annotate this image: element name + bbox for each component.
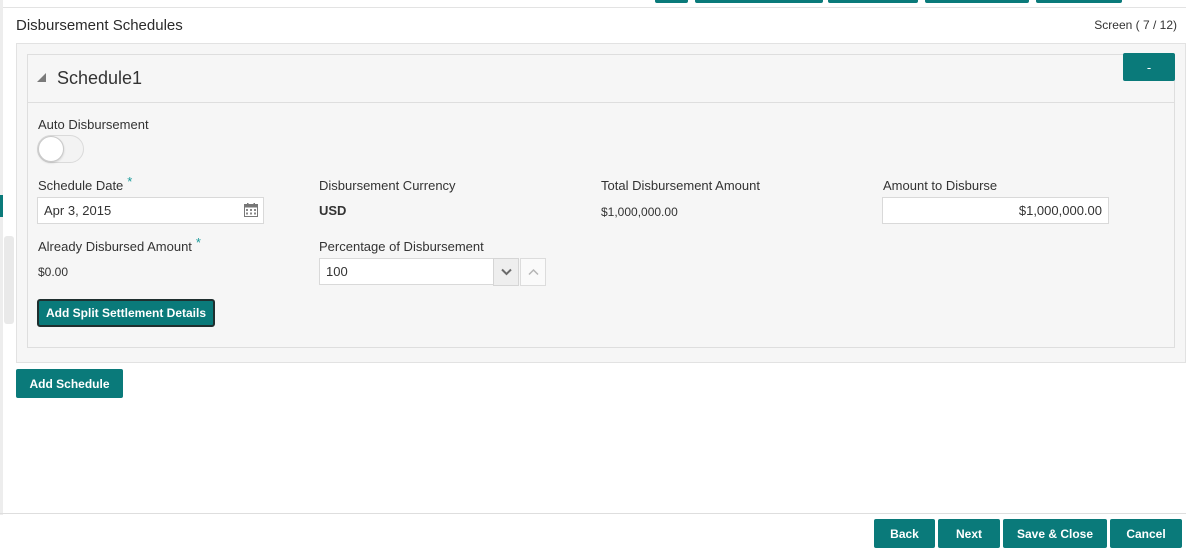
schedule-date-label-text: Schedule Date: [38, 178, 124, 193]
collapse-triangle-icon[interactable]: [37, 73, 46, 82]
save-close-button[interactable]: Save & Close: [1003, 519, 1107, 548]
top-tab-3[interactable]: [828, 0, 918, 3]
disbursement-currency-value: USD: [319, 203, 347, 218]
top-tab-2[interactable]: [695, 0, 823, 3]
page-title: Disbursement Schedules: [16, 17, 183, 34]
footer-divider: [0, 513, 1186, 514]
percentage-increment-button[interactable]: [520, 258, 546, 286]
left-rail: [0, 0, 3, 515]
required-asterisk: *: [127, 174, 133, 189]
schedule-date-input[interactable]: [37, 197, 264, 224]
panel-resize-handle[interactable]: [4, 236, 14, 324]
chevron-down-icon: [501, 268, 512, 276]
back-button[interactable]: Back: [874, 519, 935, 548]
next-button[interactable]: Next: [938, 519, 1000, 548]
already-disbursed-amount-label: Already Disbursed Amount *: [38, 235, 201, 254]
auto-disbursement-toggle[interactable]: [37, 135, 84, 163]
schedule-card-divider: [27, 102, 1175, 103]
add-split-settlement-details-button[interactable]: Add Split Settlement Details: [37, 299, 215, 327]
amount-to-disburse-label: Amount to Disburse: [883, 178, 998, 193]
percentage-decrement-button[interactable]: [493, 258, 519, 286]
auto-disbursement-label: Auto Disbursement: [38, 117, 149, 132]
percentage-of-disbursement-input[interactable]: [319, 258, 494, 285]
remove-schedule-button[interactable]: -: [1123, 53, 1175, 81]
top-tab-4[interactable]: [925, 0, 1029, 3]
add-schedule-button[interactable]: Add Schedule: [16, 369, 123, 398]
toggle-knob: [38, 136, 64, 162]
calendar-icon[interactable]: [244, 203, 258, 217]
total-disbursement-amount-label: Total Disbursement Amount: [601, 178, 760, 193]
top-tab-5[interactable]: [1036, 0, 1122, 3]
schedule-date-label: Schedule Date *: [38, 174, 132, 193]
already-disbursed-amount-value: $0.00: [38, 265, 69, 279]
total-disbursement-amount-value: $1,000,000.00: [601, 205, 678, 219]
disbursement-currency-label: Disbursement Currency: [319, 178, 456, 193]
amount-to-disburse-input[interactable]: [882, 197, 1109, 224]
screen-indicator: Screen ( 7 / 12): [1094, 18, 1177, 32]
top-tab-1[interactable]: [655, 0, 688, 3]
percentage-of-disbursement-label: Percentage of Disbursement: [319, 239, 484, 254]
chevron-up-icon: [528, 268, 539, 276]
left-rail-active-marker: [0, 195, 3, 217]
header-divider: [0, 7, 1186, 8]
already-disbursed-amount-label-text: Already Disbursed Amount: [38, 239, 192, 254]
cancel-button[interactable]: Cancel: [1110, 519, 1182, 548]
required-asterisk: *: [195, 235, 201, 250]
schedule-title: Schedule1: [57, 68, 143, 88]
